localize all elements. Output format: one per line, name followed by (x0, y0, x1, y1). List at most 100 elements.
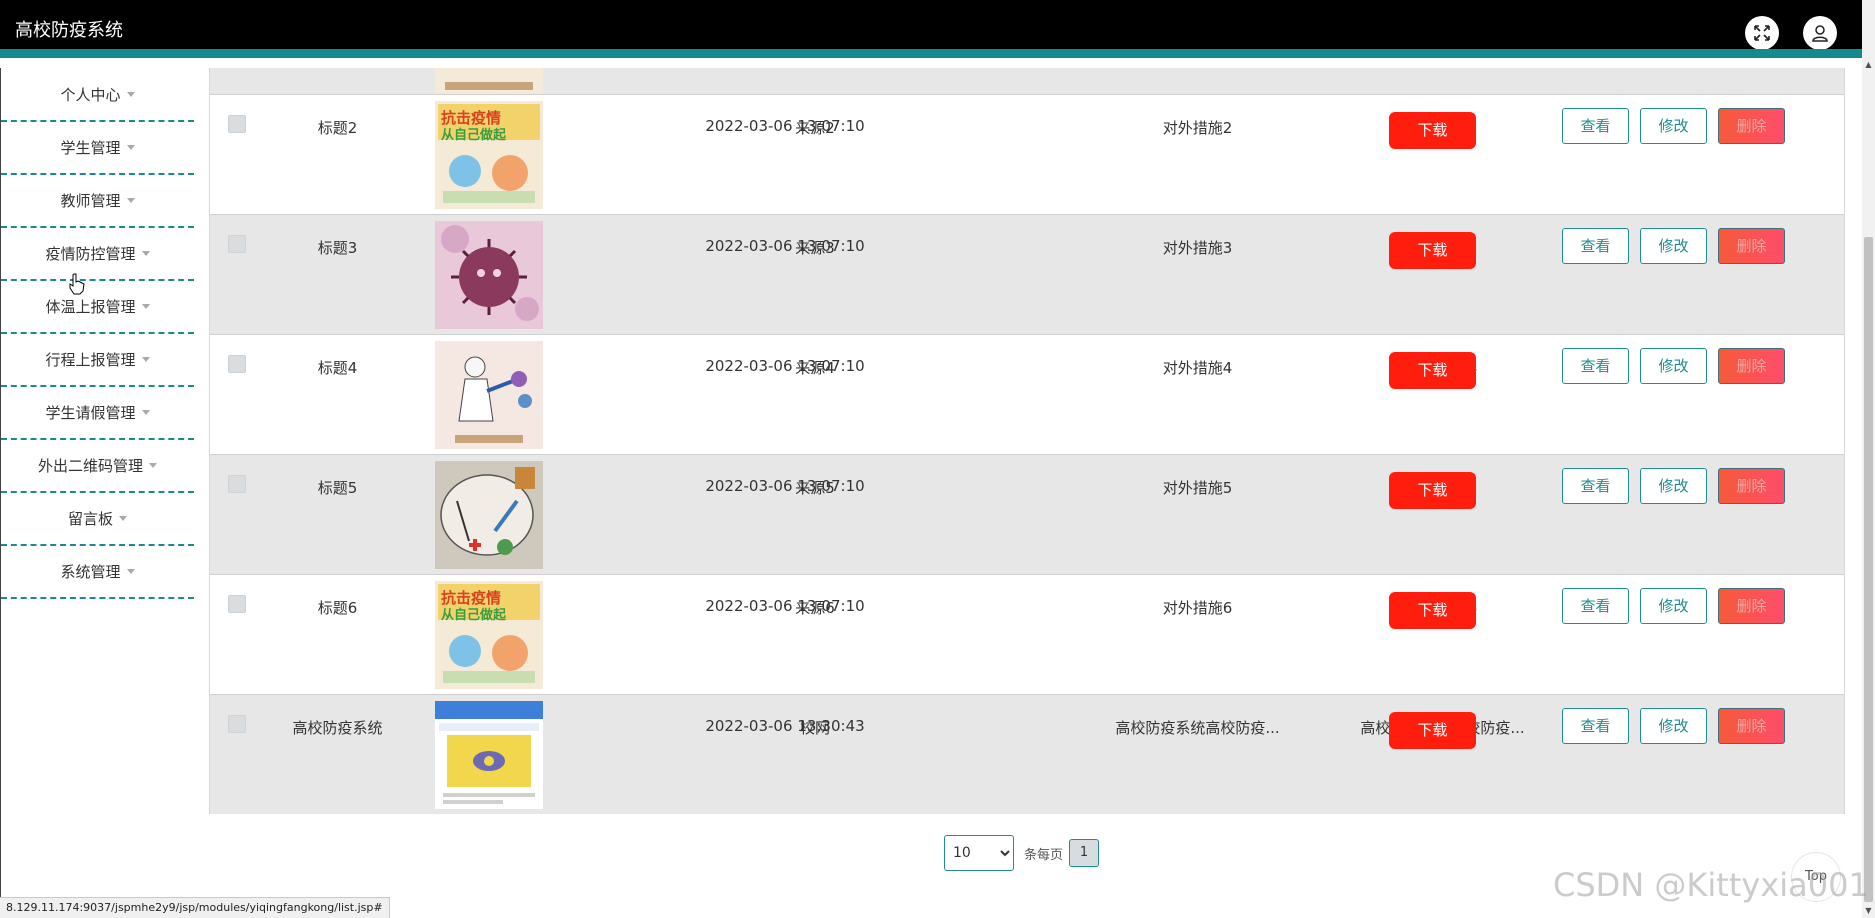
caret-down-icon (126, 145, 135, 150)
view-button[interactable]: 查看 (1562, 708, 1629, 744)
row-thumbnail[interactable]: 抗击疫情 从自己做起 (435, 101, 543, 209)
user-profile-button[interactable] (1803, 16, 1837, 50)
page-scrollbar-thumb[interactable] (1864, 237, 1873, 902)
hand-cursor-icon (69, 273, 85, 295)
view-button[interactable]: 查看 (1562, 468, 1629, 504)
caret-down-icon (141, 251, 150, 256)
scroll-up-arrow-icon[interactable]: ▲ (1864, 60, 1873, 70)
edit-button[interactable]: 修改 (1640, 228, 1707, 264)
edit-button[interactable]: 修改 (1640, 348, 1707, 384)
caret-down-icon (126, 91, 135, 97)
cell-external-measures: 高校防疫系统高校防疫... (1115, 719, 1280, 737)
row-checkbox[interactable] (228, 355, 246, 373)
cell-external-measures: 对外措施4 (1162, 359, 1233, 377)
fullscreen-button[interactable] (1745, 16, 1779, 50)
table-row: 高校防疫系统 校网 2022-03-06 13:30:43 高校防疫系统高校防疫… (210, 695, 1844, 814)
table-row: 标题4 来源4 2022-03-06 13:07:10 对外措施4 对内措施4 … (210, 335, 1844, 455)
sidebar-item-label: 疫情防控管理 (45, 245, 136, 263)
sidebar-item-label: 留言板 (67, 510, 113, 528)
row-thumbnail (435, 68, 543, 94)
delete-button[interactable]: 删除 (1718, 348, 1785, 384)
cell-time: 2022-03-06 13:07:10 (705, 117, 865, 135)
sidebar-item-label: 教师管理 (60, 192, 121, 210)
svg-text:抗击疫情: 抗击疫情 (441, 109, 501, 127)
table-row-partial (210, 68, 1844, 95)
sidebar-item-label: 学生管理 (60, 139, 121, 157)
sidebar-item-personal-center[interactable]: 个人中心 (1, 68, 194, 122)
table-row: 标题3 来源3 2022-03-06 13:07:10 对外措施3 对内措施3 (210, 215, 1844, 335)
table-row: 标题6 抗击疫情 从自己做起 来源6 2022-03-06 13:07:10 对… (210, 575, 1844, 695)
scroll-down-arrow-icon[interactable]: ▼ (1864, 906, 1873, 916)
row-thumbnail[interactable] (435, 221, 543, 329)
download-button[interactable]: 下载 (1389, 592, 1476, 629)
download-button[interactable]: 下载 (1389, 352, 1476, 389)
table-row: 标题2 抗击疫情 从自己做起 来源2 2022-03-06 13:07:10 对… (210, 95, 1844, 215)
cell-external-measures: 对外措施2 (1162, 119, 1233, 137)
row-checkbox[interactable] (228, 595, 246, 613)
delete-button[interactable]: 删除 (1718, 108, 1785, 144)
download-button[interactable]: 下载 (1389, 112, 1476, 149)
status-bar-url: 8.129.11.174:9037/jspmhe2y9/jsp/modules/… (0, 897, 390, 918)
table-row: 标题5 来源5 2022-03-06 13:07:10 对外措施5 对内措施5 … (210, 455, 1844, 575)
watermark: CSDN @Kittyxia001 (1553, 866, 1869, 904)
caret-down-icon (126, 569, 135, 574)
view-button[interactable]: 查看 (1562, 108, 1629, 144)
view-button[interactable]: 查看 (1562, 588, 1629, 624)
download-button[interactable]: 下载 (1389, 712, 1476, 749)
row-checkbox[interactable] (228, 475, 246, 493)
sidebar-menu: 个人中心 学生管理 教师管理 疫情防控管理 体温上报管理 行程上报管理 学生请假… (0, 68, 194, 918)
cell-external-measures: 对外措施6 (1162, 599, 1233, 617)
sidebar-item-qr-code[interactable]: 外出二维码管理 (1, 440, 194, 493)
sidebar-item-itinerary-report[interactable]: 行程上报管理 (1, 334, 194, 387)
caret-down-icon (126, 198, 135, 203)
row-checkbox[interactable] (228, 715, 246, 733)
sidebar-item-label: 个人中心 (60, 85, 121, 104)
row-thumbnail[interactable] (435, 341, 543, 449)
sidebar-item-student-leave[interactable]: 学生请假管理 (1, 387, 194, 440)
cell-external-measures: 对外措施5 (1162, 479, 1233, 497)
per-page-label: 条每页 (1024, 847, 1064, 863)
cell-title: 标题2 (317, 119, 358, 137)
sidebar-item-temperature-report[interactable]: 体温上报管理 (1, 281, 194, 334)
sidebar-item-epidemic-control[interactable]: 疫情防控管理 (1, 228, 194, 281)
view-button[interactable]: 查看 (1562, 228, 1629, 264)
row-thumbnail[interactable]: 抗击疫情 从自己做起 (435, 581, 543, 689)
edit-button[interactable]: 修改 (1640, 108, 1707, 144)
edit-button[interactable]: 修改 (1640, 468, 1707, 504)
page-number-button[interactable]: 1 (1069, 839, 1100, 867)
sidebar-item-system-management[interactable]: 系统管理 (1, 546, 194, 599)
header-accent-strip (0, 49, 1862, 58)
top-header: 高校防疫系统 (0, 0, 1862, 58)
sidebar-item-label: 外出二维码管理 (37, 457, 143, 475)
data-table: 标题2 抗击疫情 从自己做起 来源2 2022-03-06 13:07:10 对… (209, 68, 1845, 814)
delete-button[interactable]: 删除 (1718, 468, 1785, 504)
cell-time: 2022-03-06 13:07:10 (705, 237, 865, 255)
user-icon (1812, 25, 1828, 42)
edit-button[interactable]: 修改 (1640, 588, 1707, 624)
page-size-select[interactable]: 10 (944, 835, 1014, 871)
cell-time: 2022-03-06 13:07:10 (705, 477, 865, 495)
sidebar-item-message-board[interactable]: 留言板 (1, 493, 194, 546)
pagination: 10 条每页 1 (944, 835, 1100, 871)
cell-time: 2022-03-06 13:30:43 (705, 717, 865, 735)
caret-down-icon (119, 516, 127, 521)
edit-button[interactable]: 修改 (1640, 708, 1707, 744)
svg-text:抗击疫情: 抗击疫情 (441, 589, 501, 607)
cell-time: 2022-03-06 13:07:10 (705, 357, 865, 375)
download-button[interactable]: 下载 (1389, 472, 1476, 509)
view-button[interactable]: 查看 (1562, 348, 1629, 384)
row-checkbox[interactable] (228, 235, 246, 253)
row-thumbnail[interactable] (435, 461, 543, 569)
sidebar-item-label: 学生请假管理 (45, 404, 136, 422)
sidebar-item-student-management[interactable]: 学生管理 (1, 122, 194, 175)
caret-down-icon (141, 357, 150, 362)
delete-button[interactable]: 删除 (1718, 588, 1785, 624)
row-thumbnail[interactable] (435, 701, 543, 809)
delete-button[interactable]: 删除 (1718, 708, 1785, 744)
download-button[interactable]: 下载 (1389, 232, 1476, 269)
sidebar-item-teacher-management[interactable]: 教师管理 (1, 175, 194, 228)
row-checkbox[interactable] (228, 115, 246, 133)
cell-title: 标题4 (317, 359, 358, 377)
delete-button[interactable]: 删除 (1718, 228, 1785, 264)
cell-title: 标题3 (317, 239, 358, 257)
